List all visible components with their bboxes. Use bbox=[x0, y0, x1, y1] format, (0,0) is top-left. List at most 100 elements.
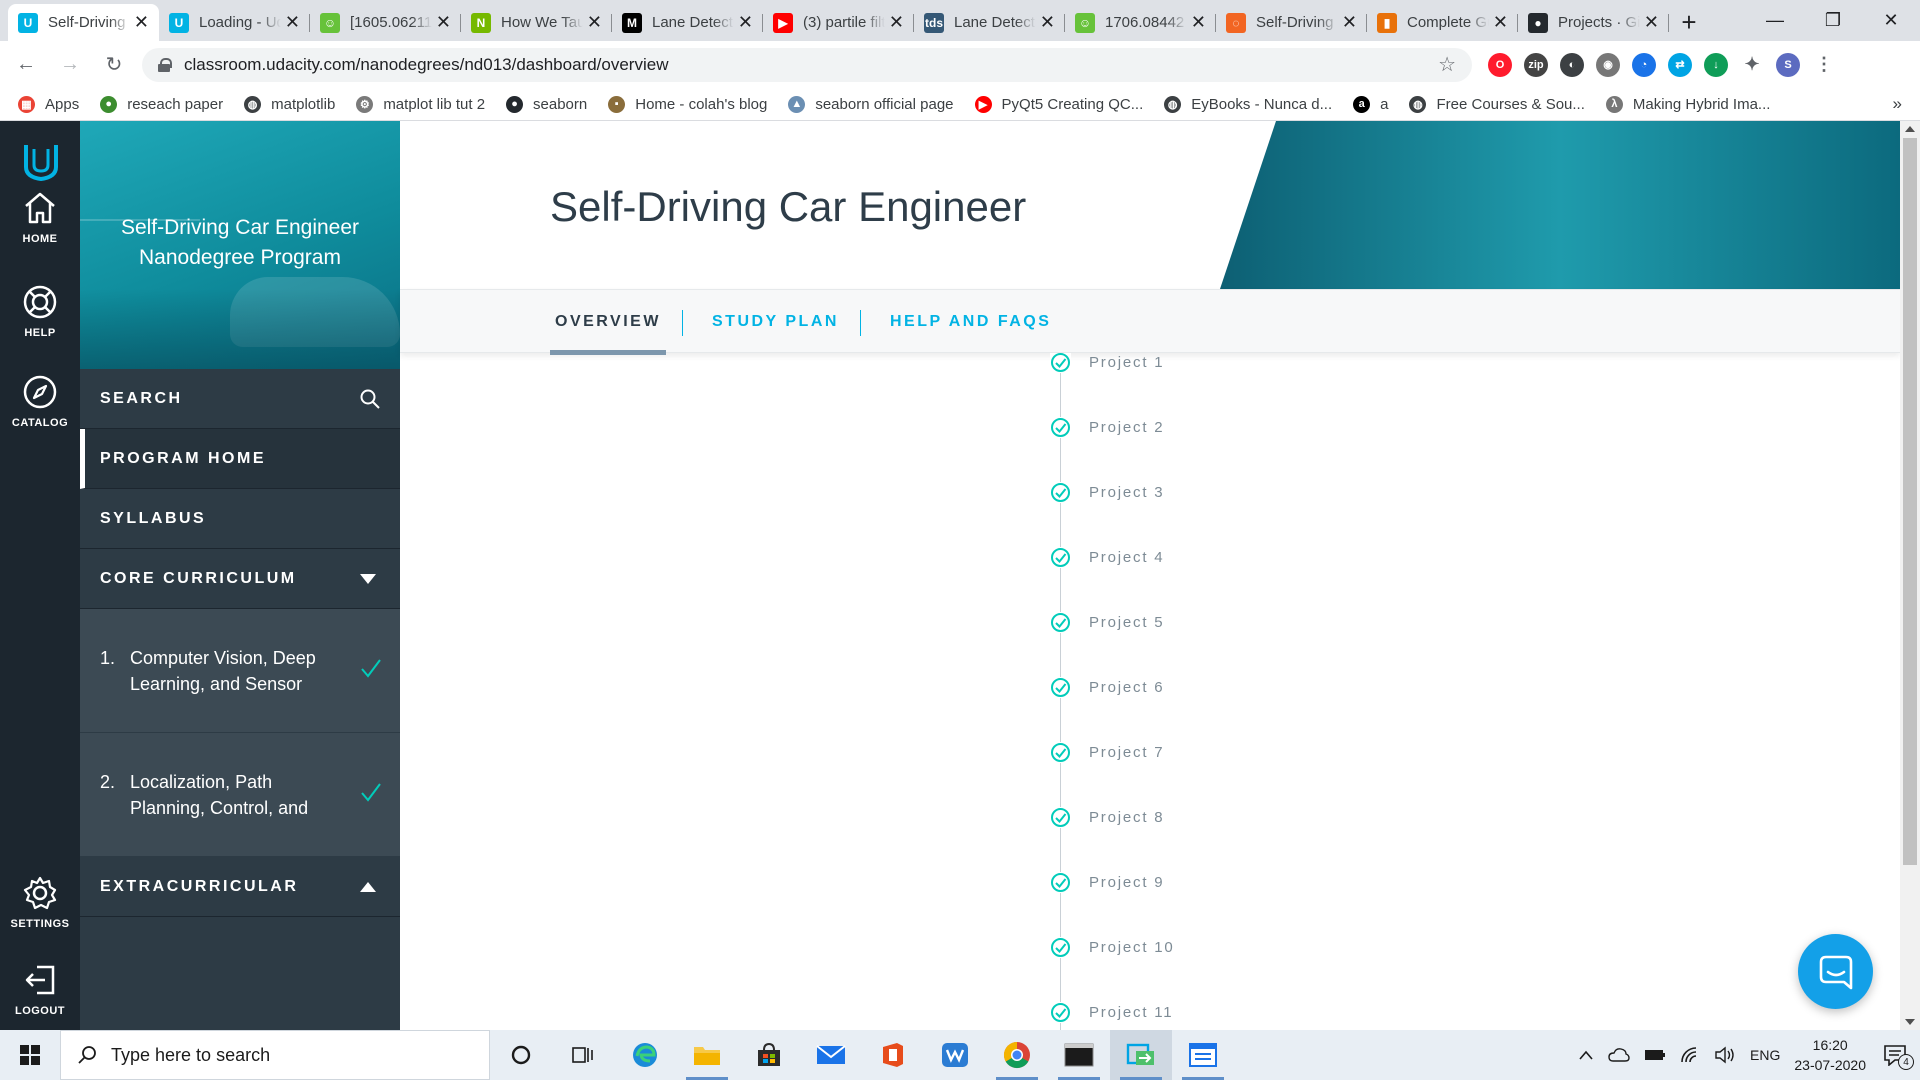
puzzle-extension-icon[interactable]: ✦ bbox=[1740, 53, 1764, 77]
tab-close-icon[interactable]: ✕ bbox=[1191, 12, 1206, 33]
ext-1-extension-icon[interactable]: ◐ bbox=[1560, 52, 1584, 77]
taskbar-store[interactable] bbox=[738, 1030, 800, 1080]
browser-tab[interactable]: N How We Taught✕ bbox=[461, 4, 612, 41]
browser-tab[interactable]: U Self-Driving Car Engineer✕ bbox=[8, 4, 159, 41]
taskbar-mail[interactable] bbox=[800, 1030, 862, 1080]
wifi-icon[interactable] bbox=[1680, 1046, 1700, 1064]
menu-extension-icon[interactable]: ⋮ bbox=[1812, 53, 1836, 77]
bookmark-item[interactable]: aa bbox=[1353, 95, 1388, 113]
bookmark-item[interactable]: ▪ Home - colah's blog bbox=[608, 95, 767, 113]
scrollbar-thumb[interactable] bbox=[1903, 138, 1917, 865]
scroll-up-arrow-icon[interactable] bbox=[1905, 126, 1915, 132]
bookmark-item[interactable]: ▶ PyQt5 Creating QC... bbox=[974, 95, 1143, 113]
taskbar-remote-app[interactable] bbox=[1110, 1030, 1172, 1080]
sidebar-item-syllabus[interactable]: SYLLABUS bbox=[80, 489, 400, 549]
browser-tab[interactable]: ☺ [1605.06211] ✕ bbox=[310, 4, 461, 41]
url-text[interactable]: classroom.udacity.com/nanodegrees/nd013/… bbox=[184, 55, 668, 75]
caret-down-icon[interactable] bbox=[360, 573, 376, 584]
ext-5-extension-icon[interactable]: ↓ bbox=[1704, 52, 1728, 77]
cloud-icon[interactable] bbox=[1608, 1047, 1630, 1063]
tab-close-icon[interactable]: ✕ bbox=[1342, 12, 1357, 33]
project-item[interactable]: Project 5 bbox=[1050, 611, 1164, 633]
project-item[interactable]: Project 8 bbox=[1050, 806, 1164, 828]
search-icon[interactable] bbox=[360, 389, 380, 409]
browser-tab[interactable]: tds Lane Detection✕ bbox=[914, 4, 1065, 41]
project-item[interactable]: Project 7 bbox=[1050, 741, 1164, 763]
bookmark-item[interactable]: ▦ Apps bbox=[18, 95, 79, 113]
project-item[interactable]: Project 3 bbox=[1050, 481, 1164, 503]
opera-extension-icon[interactable]: O bbox=[1488, 52, 1512, 77]
sidebar-item-extracurricular[interactable]: EXTRACURRICULAR bbox=[80, 857, 400, 917]
lesson-item-1[interactable]: 1. Computer Vision, Deep Learning, and S… bbox=[80, 609, 400, 733]
browser-tab[interactable]: M Lane Detection✕ bbox=[612, 4, 763, 41]
new-tab-button[interactable]: + bbox=[1669, 4, 1709, 41]
browser-tab[interactable]: ● Projects · GitHub✕ bbox=[1518, 4, 1669, 41]
rail-catalog[interactable]: CATALOG bbox=[0, 373, 80, 429]
cortana-button[interactable] bbox=[490, 1030, 552, 1080]
reload-button[interactable]: ↻ bbox=[96, 47, 132, 83]
bookmark-item[interactable]: ◍ Free Courses & Sou... bbox=[1409, 95, 1585, 113]
lesson-item-2[interactable]: 2. Localization, Path Planning, Control,… bbox=[80, 733, 400, 857]
udacity-logo-icon[interactable] bbox=[22, 141, 60, 181]
back-button[interactable]: ← bbox=[8, 47, 44, 83]
chat-button[interactable] bbox=[1798, 934, 1873, 1009]
tab-close-icon[interactable]: ✕ bbox=[1644, 12, 1659, 33]
tab-close-icon[interactable]: ✕ bbox=[738, 12, 753, 33]
browser-tab[interactable]: ◌ Self-Driving Car✕ bbox=[1216, 4, 1367, 41]
forward-button[interactable]: → bbox=[52, 47, 88, 83]
taskbar-office[interactable] bbox=[862, 1030, 924, 1080]
project-item[interactable]: Project 1 bbox=[1050, 353, 1164, 373]
rail-logout[interactable]: LOGOUT bbox=[0, 961, 80, 1017]
tab-close-icon[interactable]: ✕ bbox=[889, 12, 904, 33]
rail-settings[interactable]: SETTINGS bbox=[0, 874, 80, 930]
language-indicator[interactable]: ENG bbox=[1750, 1047, 1780, 1063]
bookmark-item[interactable]: ⚙ matplot lib tut 2 bbox=[356, 95, 485, 113]
taskbar-terminal[interactable] bbox=[1048, 1030, 1110, 1080]
speaker-icon[interactable] bbox=[1714, 1046, 1736, 1064]
ext-3-extension-icon[interactable]: ◔ bbox=[1632, 52, 1656, 77]
ext-4-extension-icon[interactable]: ⇄ bbox=[1668, 52, 1692, 77]
tab-close-icon[interactable]: ✕ bbox=[436, 12, 451, 33]
bookmark-item[interactable]: ▲ seaborn official page bbox=[788, 95, 954, 113]
more-bookmarks-icon[interactable]: » bbox=[1893, 94, 1902, 114]
browser-tab[interactable]: U Loading - Udacity✕ bbox=[159, 4, 310, 41]
project-item[interactable]: Project 9 bbox=[1050, 871, 1164, 893]
tab-close-icon[interactable]: ✕ bbox=[134, 12, 149, 33]
project-item[interactable]: Project 2 bbox=[1050, 416, 1164, 438]
task-view-button[interactable] bbox=[552, 1030, 614, 1080]
tab-close-icon[interactable]: ✕ bbox=[587, 12, 602, 33]
page-scrollbar[interactable] bbox=[1900, 121, 1920, 1030]
browser-tab[interactable]: ▶ (3) partile filter✕ bbox=[763, 4, 914, 41]
project-item[interactable]: Project 11 bbox=[1050, 1001, 1173, 1023]
taskbar-app-window[interactable] bbox=[1172, 1030, 1234, 1080]
project-item[interactable]: Project 4 bbox=[1050, 546, 1164, 568]
scroll-down-arrow-icon[interactable] bbox=[1905, 1019, 1915, 1025]
clock[interactable]: 16:20 23-07-2020 bbox=[1794, 1035, 1866, 1075]
tab-study-plan[interactable]: STUDY PLAN bbox=[712, 290, 839, 354]
close-window-button[interactable]: ✕ bbox=[1862, 0, 1920, 41]
tab-close-icon[interactable]: ✕ bbox=[1040, 12, 1055, 33]
bookmark-item[interactable]: λ Making Hybrid Ima... bbox=[1605, 95, 1770, 113]
browser-tab[interactable]: ▮ Complete Guide✕ bbox=[1367, 4, 1518, 41]
taskbar-edge[interactable] bbox=[614, 1030, 676, 1080]
taskbar-wps[interactable] bbox=[924, 1030, 986, 1080]
tab-overview[interactable]: OVERVIEW bbox=[550, 290, 666, 355]
tab-close-icon[interactable]: ✕ bbox=[285, 12, 300, 33]
bookmark-star-icon[interactable]: ☆ bbox=[1438, 52, 1456, 77]
rail-help[interactable]: HELP bbox=[0, 283, 80, 339]
sidebar-item-core-curriculum[interactable]: CORE CURRICULUM bbox=[80, 549, 400, 609]
caret-up-icon[interactable] bbox=[360, 881, 376, 892]
battery-icon[interactable] bbox=[1644, 1048, 1666, 1062]
bookmark-item[interactable]: ● reseach paper bbox=[100, 95, 223, 113]
tab-help-and-faqs[interactable]: HELP AND FAQS bbox=[890, 290, 1051, 354]
url-bar[interactable]: classroom.udacity.com/nanodegrees/nd013/… bbox=[142, 47, 1472, 82]
profile-extension-icon[interactable]: S bbox=[1776, 52, 1800, 77]
rail-home[interactable]: HOME bbox=[0, 189, 80, 245]
taskbar-chrome[interactable] bbox=[986, 1030, 1048, 1080]
taskbar-search[interactable]: Type here to search bbox=[60, 1030, 490, 1080]
browser-tab[interactable]: ☺ 1706.08442 ✕ bbox=[1065, 4, 1216, 41]
chevron-up-icon[interactable] bbox=[1578, 1049, 1594, 1061]
bookmark-item[interactable]: ◍ matplotlib bbox=[244, 95, 335, 113]
taskbar-file-explorer[interactable] bbox=[676, 1030, 738, 1080]
project-item[interactable]: Project 10 bbox=[1050, 936, 1175, 958]
